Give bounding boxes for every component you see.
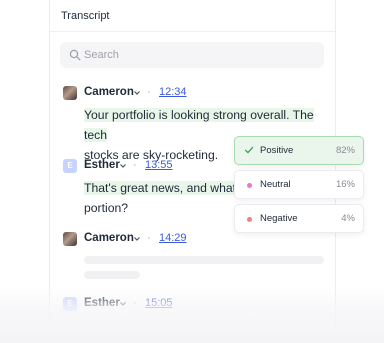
sentiment-value: 16% xyxy=(335,179,355,190)
message-header: E Esther · 15:05 xyxy=(63,297,213,313)
timestamp-link[interactable]: 14:29 xyxy=(159,232,187,244)
avatar: E xyxy=(63,297,77,311)
sentiment-label: Positive xyxy=(260,145,294,156)
speaker-name[interactable]: Cameron xyxy=(84,86,134,98)
sentiment-label: Negative xyxy=(260,213,298,224)
timestamp-link[interactable]: 12:34 xyxy=(159,86,187,98)
timestamp-link[interactable]: 15:05 xyxy=(145,297,173,309)
search-placeholder: Search xyxy=(84,49,119,61)
message-line: That's great news, and what ab xyxy=(84,181,234,195)
panel-title: Transcript xyxy=(61,10,110,22)
sentiment-option-negative[interactable]: Negative 4% xyxy=(234,204,364,233)
timestamp-link[interactable]: 13:55 xyxy=(145,159,173,171)
chevron-down-icon[interactable] xyxy=(119,300,127,308)
message-header: Cameron · 14:29 xyxy=(63,232,213,248)
speaker-name[interactable]: Cameron xyxy=(84,232,134,244)
sentiment-option-neutral[interactable]: Neutral 16% xyxy=(234,170,364,199)
search-icon xyxy=(69,49,81,61)
message-header: E Esther · 13:55 xyxy=(63,159,213,175)
separator-dot: · xyxy=(147,232,151,244)
speaker-name[interactable]: Esther xyxy=(84,297,120,309)
message-line: portion? xyxy=(84,201,129,215)
separator-dot: · xyxy=(133,159,137,171)
separator-dot: · xyxy=(133,297,137,309)
avatar xyxy=(63,232,77,246)
sentiment-value: 4% xyxy=(341,213,355,224)
message-header: Cameron · 12:34 xyxy=(63,86,213,102)
header-divider xyxy=(50,31,335,32)
sentiment-option-positive[interactable]: Positive 82% xyxy=(234,136,364,165)
sentiment-value: 82% xyxy=(335,145,355,156)
loading-skeleton-line xyxy=(84,256,324,264)
negative-dot-icon xyxy=(247,217,252,222)
avatar xyxy=(63,86,77,100)
search-input[interactable]: Search xyxy=(60,42,324,68)
speaker-name[interactable]: Esther xyxy=(84,159,120,171)
sentiment-label: Neutral xyxy=(260,179,291,190)
chevron-down-icon[interactable] xyxy=(119,162,127,170)
check-icon xyxy=(244,146,254,154)
loading-skeleton-line xyxy=(84,271,140,279)
message-text: That's great news, and what ab portion? xyxy=(84,178,234,218)
chevron-down-icon[interactable] xyxy=(133,89,141,97)
chevron-down-icon[interactable] xyxy=(133,235,141,243)
avatar: E xyxy=(63,159,77,173)
separator-dot: · xyxy=(147,86,151,98)
neutral-dot-icon xyxy=(247,183,252,188)
